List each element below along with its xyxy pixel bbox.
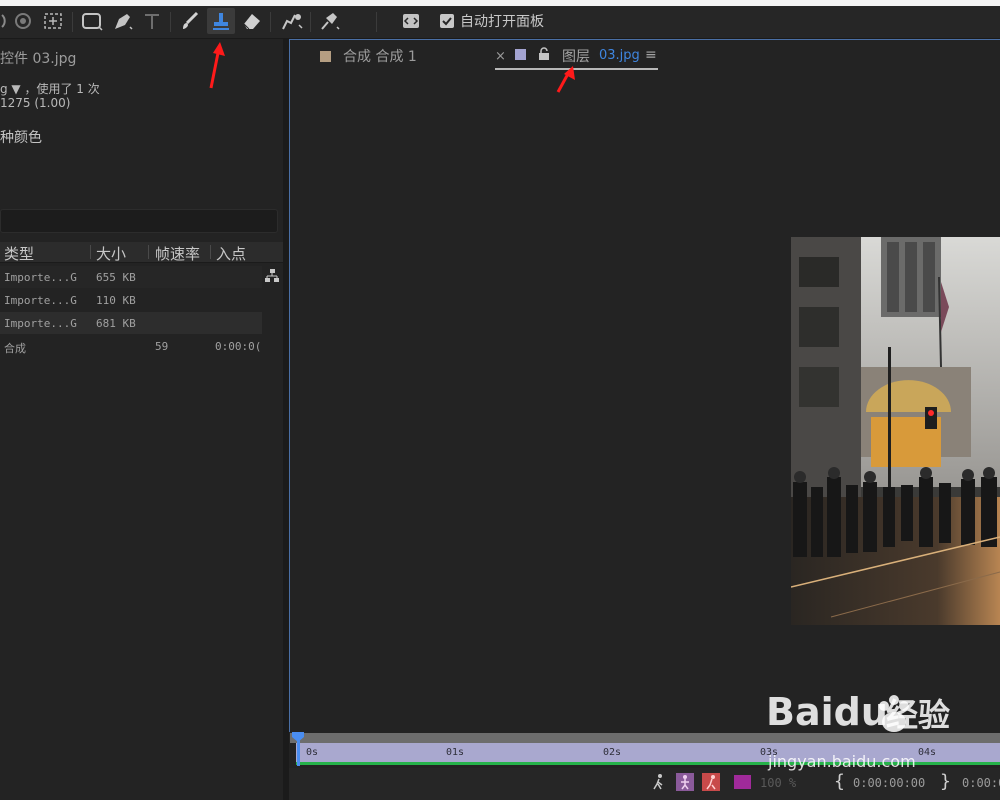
clone-stamp-icon[interactable] <box>207 8 235 34</box>
column-in-point[interactable]: 入点 <box>216 243 246 264</box>
comp-color-swatch <box>320 50 331 62</box>
time-tick: 01s <box>446 747 465 758</box>
playhead-handle-icon[interactable] <box>291 731 305 743</box>
watermark-brand: Baidu <box>766 690 888 734</box>
baidu-watermark: Baidu 经验 jingyan.baidu.com <box>766 690 1000 780</box>
tab-composition[interactable]: 合成 合成 1 <box>320 46 417 66</box>
toolbar-separator <box>310 12 311 32</box>
roto-brush-icon[interactable] <box>278 9 306 33</box>
layer-tab-file: 03.jpg <box>599 48 640 63</box>
color-info-text: 种颜色 <box>0 130 42 146</box>
tab-composition-label: 合成 合成 1 <box>343 49 417 65</box>
auto-open-panel-icon[interactable] <box>400 9 422 33</box>
column-fps[interactable]: 帧速率 <box>155 243 200 264</box>
row-type: 合成 <box>4 342 26 355</box>
column-separator <box>210 245 211 259</box>
row-in-point: 0:00:0( <box>215 340 262 353</box>
watermark-url: jingyan.baidu.com <box>768 752 916 771</box>
type-icon[interactable] <box>140 9 164 33</box>
column-separator <box>148 245 149 259</box>
row-type: Importe...G <box>4 317 77 330</box>
toolbar-separator <box>376 12 377 32</box>
panel-menu-icon[interactable]: ≡ <box>645 47 657 63</box>
toolbar-separator <box>270 12 271 32</box>
time-tick: 0s <box>306 747 319 758</box>
project-column-header: 类型 大小 帧速率 入点 <box>0 242 283 263</box>
color-swatch-icon[interactable] <box>734 775 751 789</box>
left-panel: 控件 03.jpg g ▼ ，使用了 1 次 1275 (1.00) 种颜色 类… <box>0 39 283 800</box>
column-type[interactable]: 类型 <box>4 243 34 264</box>
toolbar-separator <box>72 12 73 32</box>
toolbar: 自动打开面板 <box>0 6 1000 39</box>
row-type: Importe...G <box>4 271 77 284</box>
row-fps: 59 <box>155 340 169 353</box>
project-row[interactable]: Importe...G 110 KB <box>0 289 262 311</box>
pan-behind-icon[interactable] <box>40 9 66 33</box>
mask-rectangle-icon[interactable] <box>80 9 104 33</box>
row-type: Importe...G <box>4 294 77 307</box>
annotation-arrow-icon <box>209 42 225 89</box>
close-tab-icon[interactable]: × <box>495 49 506 64</box>
auto-open-checkbox[interactable] <box>440 14 454 28</box>
effect-controls-title[interactable]: 控件 03.jpg <box>0 48 76 68</box>
row-size: 110 KB <box>96 294 136 307</box>
project-row[interactable]: Importe...G 655 KB <box>0 266 262 288</box>
camera-orbit-icon[interactable] <box>10 9 36 33</box>
running-man-icon[interactable] <box>650 773 668 791</box>
view-mode-icon[interactable] <box>676 773 694 791</box>
puppet-pin-icon[interactable] <box>316 9 342 33</box>
layer-image-preview[interactable] <box>791 237 1000 625</box>
time-tick: 02s <box>603 747 622 758</box>
project-row[interactable]: 合成 59 0:00:0( <box>0 335 262 357</box>
eraser-icon[interactable] <box>240 9 264 33</box>
project-row[interactable]: Importe...G 681 KB <box>0 312 262 334</box>
pen-icon[interactable] <box>110 9 134 33</box>
toolbar-separator <box>170 12 171 32</box>
annotation-arrow-icon <box>556 66 575 93</box>
auto-open-panel-option[interactable]: 自动打开面板 <box>440 11 544 31</box>
row-size: 655 KB <box>96 271 136 284</box>
watermark-suffix: 经验 <box>886 696 951 734</box>
row-size: 681 KB <box>96 317 136 330</box>
source-dimensions: 1275 (1.00) <box>0 96 71 110</box>
column-size[interactable]: 大小 <box>96 243 126 264</box>
brush-icon[interactable] <box>178 9 202 33</box>
lock-icon[interactable] <box>538 47 550 65</box>
layer-color-swatch <box>515 49 526 60</box>
project-search-input[interactable] <box>0 209 278 233</box>
motion-blur-icon[interactable] <box>702 773 720 791</box>
layer-tab-prefix: 图层 <box>562 49 590 65</box>
auto-open-label: 自动打开面板 <box>460 14 544 30</box>
flowchart-icon[interactable] <box>264 268 280 288</box>
source-usage-text: g ▼ ，使用了 1 次 <box>0 82 100 96</box>
column-separator <box>90 245 91 259</box>
